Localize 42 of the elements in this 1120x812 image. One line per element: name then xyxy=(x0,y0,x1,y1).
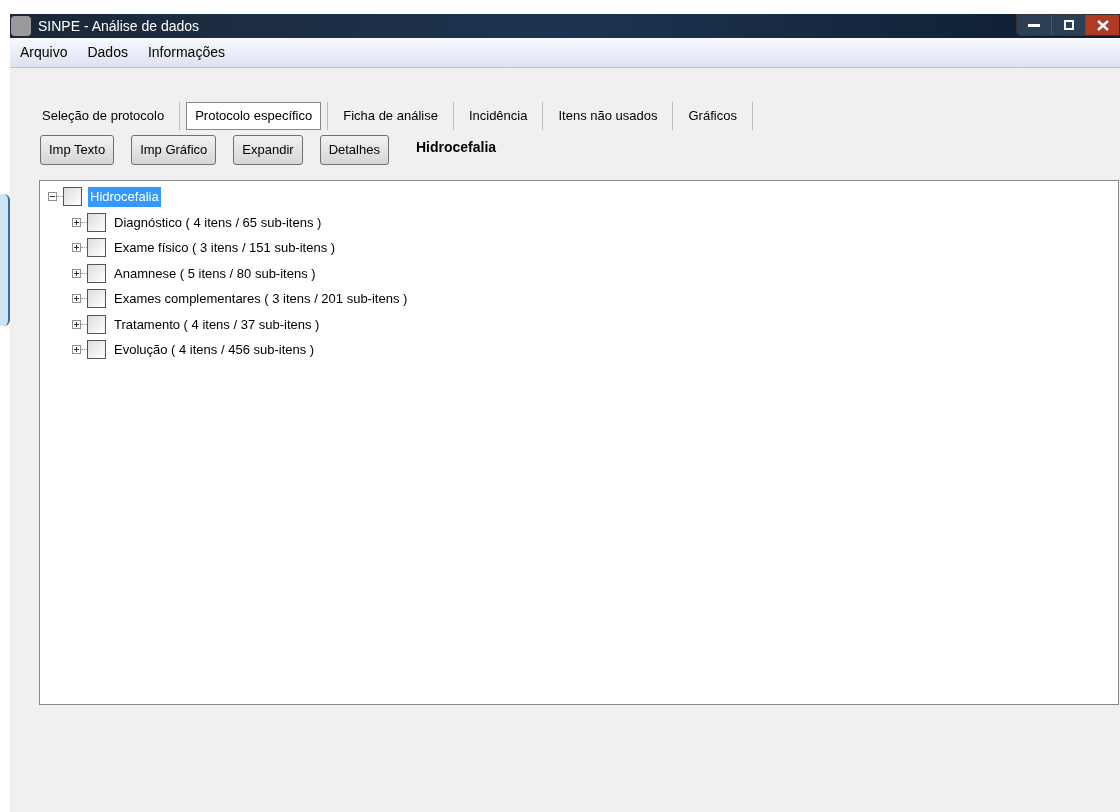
menu-item[interactable]: Arquivo xyxy=(20,42,68,63)
close-icon xyxy=(1096,19,1109,31)
checkbox[interactable] xyxy=(87,263,106,283)
tab[interactable]: Seleção de protocolo xyxy=(33,102,174,130)
tab[interactable]: Incidência xyxy=(459,102,537,130)
tab[interactable]: Ficha de análise xyxy=(334,102,447,130)
tree-item[interactable]: Exames complementares ( 3 itens / 201 sub-itens ) xyxy=(112,289,410,309)
tree-item[interactable]: Diagnóstico ( 4 itens / 65 sub-itens ) xyxy=(112,212,324,232)
menu-item[interactable]: Informações xyxy=(147,42,225,63)
minimize-button[interactable] xyxy=(1017,15,1051,35)
checkbox[interactable] xyxy=(87,212,106,232)
expand-icon[interactable] xyxy=(72,217,81,227)
tree-item[interactable]: Exame físico ( 3 itens / 151 sub-itens ) xyxy=(112,238,338,258)
close-button[interactable] xyxy=(1085,15,1119,35)
tab[interactable]: Itens não usados xyxy=(549,102,667,130)
collapse-icon[interactable] xyxy=(48,192,57,202)
maximize-button[interactable] xyxy=(1051,15,1085,35)
expand-icon[interactable] xyxy=(72,345,81,355)
expand-icon[interactable] xyxy=(72,268,81,278)
checkbox[interactable] xyxy=(87,340,106,360)
expand-icon[interactable] xyxy=(72,243,81,253)
checkbox[interactable] xyxy=(87,314,106,334)
protocol-title: Hidrocefalia xyxy=(415,138,497,157)
window-title: SINPE - Análise de dados xyxy=(38,16,200,36)
expand-icon[interactable] xyxy=(72,319,81,329)
checkbox[interactable] xyxy=(63,187,82,207)
tab[interactable]: Protocolo específico xyxy=(186,102,322,130)
maximize-icon xyxy=(1063,20,1074,30)
tree-item[interactable]: Tratamento ( 4 itens / 37 sub-itens ) xyxy=(112,314,322,334)
app-icon xyxy=(11,16,31,36)
toolbar-button[interactable]: Imp Gráfico xyxy=(131,135,217,165)
minimize-icon xyxy=(1028,23,1040,27)
checkbox[interactable] xyxy=(87,238,106,258)
expand-icon[interactable] xyxy=(72,294,81,304)
toolbar-button[interactable]: Detalhes xyxy=(319,135,389,165)
toolbar-button[interactable]: Expandir xyxy=(233,135,303,165)
tree-item[interactable]: Evolução ( 4 itens / 456 sub-itens ) xyxy=(112,340,317,360)
tab[interactable]: Gráficos xyxy=(679,102,746,130)
menu-item[interactable]: Dados xyxy=(87,42,128,63)
checkbox[interactable] xyxy=(87,289,106,309)
toolbar-button[interactable]: Imp Texto xyxy=(40,135,115,165)
tree-item[interactable]: Anamnese ( 5 itens / 80 sub-itens ) xyxy=(112,263,318,283)
